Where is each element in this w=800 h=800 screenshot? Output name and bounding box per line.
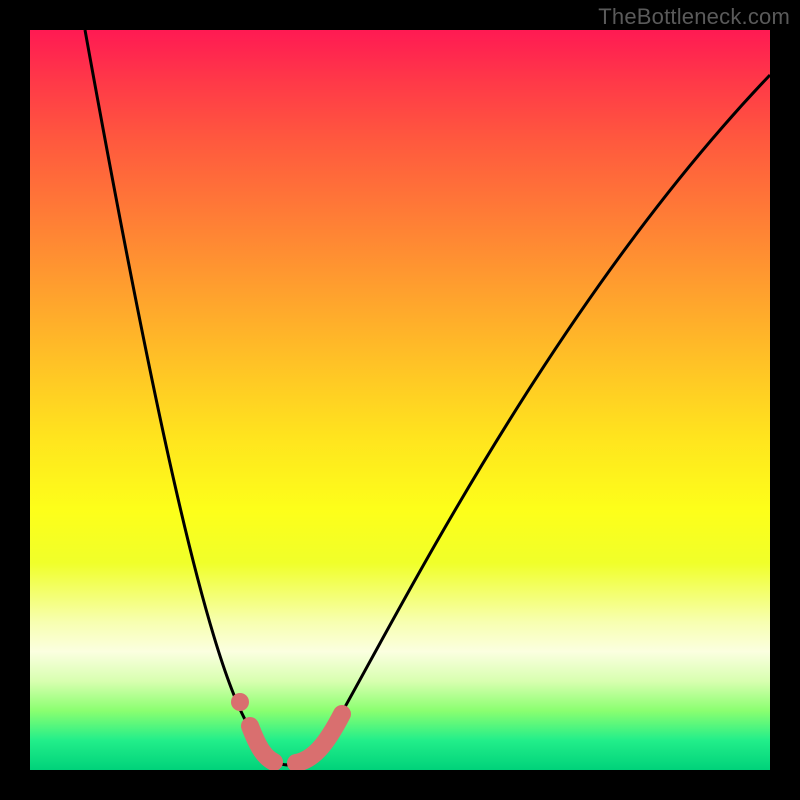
marker-right-stroke bbox=[296, 714, 342, 763]
bottleneck-curve bbox=[85, 30, 770, 765]
plot-area bbox=[30, 30, 770, 770]
marker-left-stroke bbox=[250, 726, 274, 762]
watermark-text: TheBottleneck.com bbox=[598, 4, 790, 30]
marker-dot-left bbox=[231, 693, 249, 711]
chart-svg bbox=[30, 30, 770, 770]
chart-frame: TheBottleneck.com bbox=[0, 0, 800, 800]
